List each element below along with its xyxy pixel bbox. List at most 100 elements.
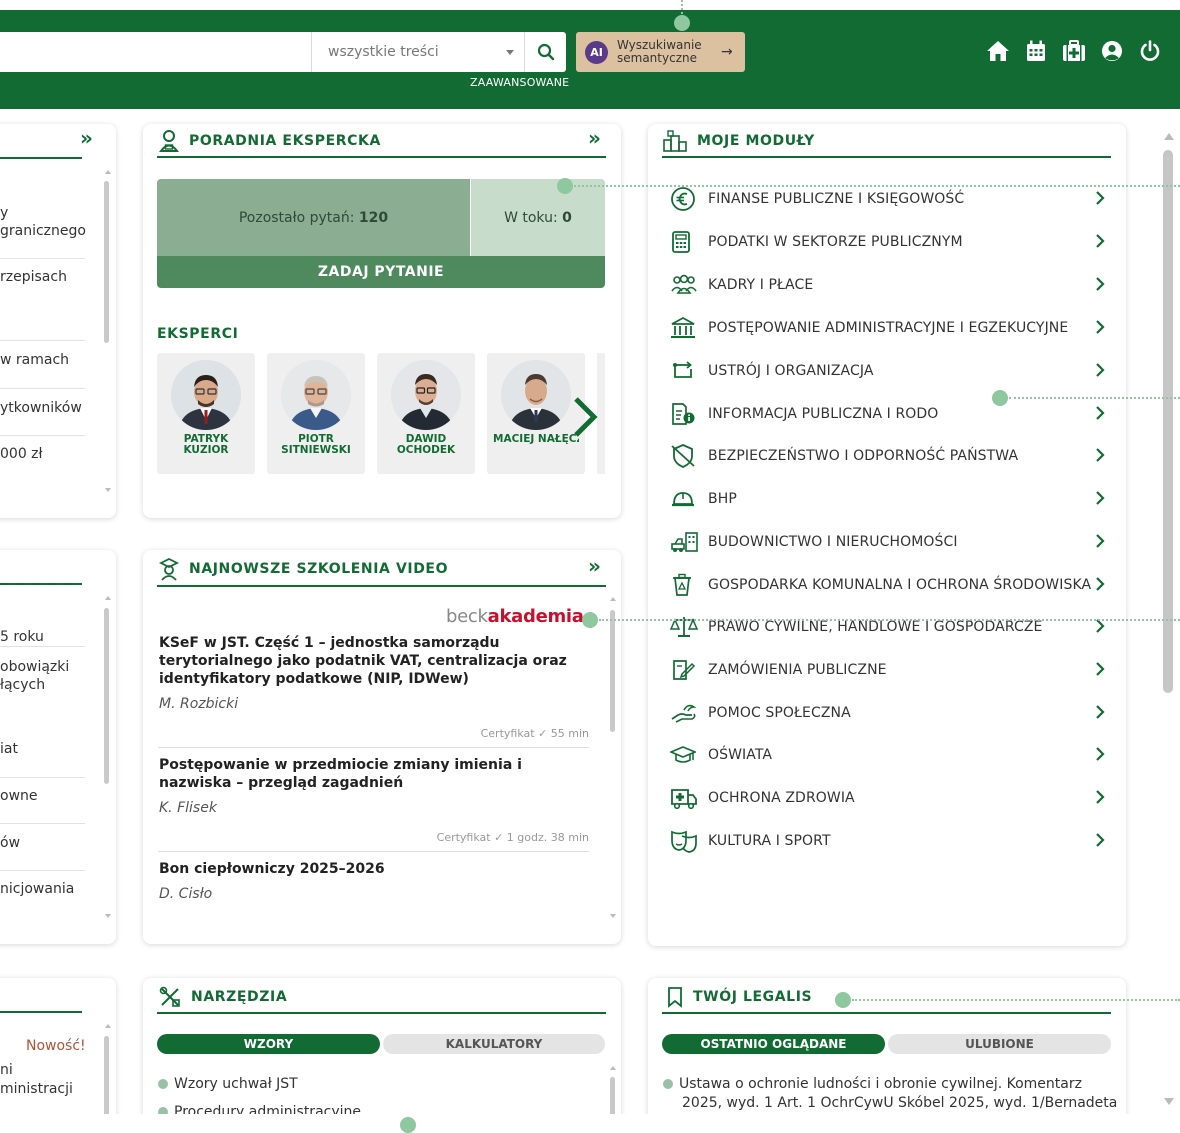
list-item[interactable]: ytkowników <box>0 400 82 416</box>
list-item[interactable]: ministracji <box>0 1081 73 1097</box>
course-item[interactable]: Postępowanie w przedmiocie zmiany imieni… <box>159 756 589 844</box>
ambulance-icon <box>671 789 697 810</box>
list-item[interactable]: owne <box>0 788 38 804</box>
expand-icon[interactable]: » <box>80 126 93 150</box>
chevron-right-icon <box>1096 790 1105 804</box>
ask-question-button[interactable]: ZADAJ PYTANIE <box>157 256 605 288</box>
scrollbar-thumb[interactable] <box>104 1036 109 1126</box>
list-item[interactable]: łących <box>0 677 45 693</box>
scroll-up-icon[interactable] <box>610 1066 616 1070</box>
module-item[interactable]: FINANSE PUBLICZNE I KSIĘGOWOŚĆ <box>668 184 1112 214</box>
expert-card[interactable]: PATRYK KUZIOR <box>157 353 255 474</box>
beck-akademia-logo: beckakademia <box>446 606 584 627</box>
scroll-down-icon[interactable] <box>105 488 111 492</box>
scroll-up-icon[interactable] <box>105 596 111 600</box>
list-item-continuation[interactable]: 2025, wyd. 1 Art. 1 OchrCywU Skóbel 2025… <box>682 1094 1117 1112</box>
list-item[interactable]: 5 roku <box>0 629 44 645</box>
people-icon <box>671 274 697 294</box>
chevron-right-icon <box>1096 534 1105 548</box>
module-item[interactable]: BUDOWNICTWO I NIERUCHOMOŚCI <box>668 527 1112 557</box>
course-title[interactable]: Bon ciepłowniczy 2025–2026 <box>159 860 589 878</box>
title-divider <box>662 1012 1111 1014</box>
page-scroll-up-icon[interactable] <box>1164 133 1174 140</box>
new-badge: Nowość! <box>26 1038 86 1054</box>
advanced-search-link[interactable]: ZAAWANSOWANE <box>470 76 569 89</box>
course-divider <box>158 747 589 748</box>
annotation-line <box>1009 397 1180 399</box>
module-item[interactable]: BHP <box>668 484 1112 514</box>
scope-select[interactable]: wszystkie treści <box>313 32 525 72</box>
list-item[interactable]: Wzory uchwał JST <box>158 1075 298 1093</box>
scrollbar-thumb[interactable] <box>104 181 109 343</box>
list-item[interactable]: ów <box>0 835 20 851</box>
course-item[interactable]: Bon ciepłowniczy 2025–2026 D. Cisło <box>159 860 589 902</box>
scroll-up-icon[interactable] <box>105 1024 111 1028</box>
module-item[interactable]: OŚWIATA <box>668 740 1112 770</box>
module-item[interactable]: INFORMACJA PUBLICZNA I RODO <box>668 399 1112 429</box>
module-item[interactable]: POMOC SPOŁECZNA <box>668 698 1112 728</box>
module-item[interactable]: PODATKI W SEKTORZE PUBLICZNYM <box>668 227 1112 257</box>
list-divider <box>0 646 85 647</box>
search-button[interactable] <box>526 32 566 72</box>
expert-card[interactable]: DAWID OCHODEK <box>377 353 475 474</box>
page-scroll-down-icon[interactable] <box>1164 1098 1174 1105</box>
expand-icon[interactable]: » <box>588 126 601 150</box>
list-item[interactable]: granicznego <box>0 223 86 239</box>
course-title[interactable]: Postępowanie w przedmiocie zmiany imieni… <box>159 756 589 792</box>
expert-photo <box>171 360 241 430</box>
search-input[interactable] <box>0 32 312 72</box>
title-divider <box>157 585 606 587</box>
tab-templates[interactable]: WZORY <box>157 1034 380 1054</box>
tab-calculators[interactable]: KALKULATORY <box>383 1034 605 1054</box>
module-item[interactable]: OCHRONA ZDROWIA <box>668 783 1112 813</box>
tab-recently-viewed[interactable]: OSTATNIO OGLĄDANE <box>662 1034 885 1054</box>
medical-kit-icon[interactable] <box>1061 38 1087 64</box>
module-item[interactable]: GOSPODARKA KOMUNALNA I OCHRONA ŚRODOWISK… <box>668 570 1112 600</box>
construction-icon <box>671 532 698 552</box>
list-item[interactable]: nicjowania <box>0 881 74 897</box>
module-item[interactable]: KULTURA I SPORT <box>668 826 1112 856</box>
module-item[interactable]: ZAMÓWIENIA PUBLICZNE <box>668 655 1112 685</box>
list-item[interactable]: Ustawa o ochronie ludności i obronie cyw… <box>663 1075 1082 1093</box>
module-item[interactable]: POSTĘPOWANIE ADMINISTRACYJNE I EGZEKUCYJ… <box>668 313 1112 343</box>
user-icon[interactable] <box>1099 38 1125 64</box>
tab-favourites[interactable]: ULUBIONE <box>888 1034 1111 1054</box>
scroll-down-icon[interactable] <box>610 914 616 918</box>
scrollbar-thumb[interactable] <box>104 608 109 784</box>
list-item[interactable]: y <box>0 205 8 221</box>
course-item[interactable]: KSeF w JST. Część 1 – jednostka samorząd… <box>159 634 589 740</box>
chevron-right-icon <box>1096 320 1105 334</box>
bullet-icon <box>158 1079 168 1089</box>
list-item[interactable]: ni <box>0 1062 13 1078</box>
page-scrollbar-thumb[interactable] <box>1163 150 1173 693</box>
search-bar: wszystkie treści <box>0 32 566 72</box>
list-item[interactable]: w ramach <box>0 352 69 368</box>
title-divider <box>662 156 1111 158</box>
helmet-icon <box>672 492 694 507</box>
calendar-icon[interactable] <box>1023 38 1049 64</box>
annotation-line <box>852 999 1180 1001</box>
list-item[interactable]: rzepisach <box>0 269 67 285</box>
tools-title: NARZĘDZIA <box>159 986 287 1008</box>
title-divider <box>0 583 82 585</box>
expert-card[interactable]: PIOTR SITNIEWSKI <box>267 353 365 474</box>
scrollbar-thumb[interactable] <box>610 610 615 732</box>
list-item[interactable]: iat <box>0 741 18 757</box>
home-icon[interactable] <box>985 38 1011 64</box>
course-title[interactable]: KSeF w JST. Część 1 – jednostka samorząd… <box>159 634 589 688</box>
power-icon[interactable] <box>1137 38 1163 64</box>
module-item[interactable]: BEZPIECZEŃSTWO I ODPORNOŚĆ PAŃSTWA <box>668 441 1112 471</box>
scroll-up-icon[interactable] <box>105 170 111 174</box>
next-expert-button[interactable] <box>566 393 602 441</box>
module-item[interactable]: KADRY I PŁACE <box>668 270 1112 300</box>
scroll-down-icon[interactable] <box>105 914 111 918</box>
annotation-marker <box>400 1117 416 1133</box>
module-item[interactable]: USTRÓJ I ORGANIZACJA <box>668 356 1112 386</box>
expand-icon[interactable]: » <box>588 554 601 578</box>
module-item[interactable]: PRAWO CYWILNE, HANDLOWE I GOSPODARCZE <box>668 612 1112 642</box>
course-meta: Certyfikat ✓ 1 godz. 38 min <box>436 831 589 844</box>
semantic-search-button[interactable]: AI Wyszukiwanie semantyczne → <box>576 32 745 72</box>
scroll-up-icon[interactable] <box>610 597 616 601</box>
list-item[interactable]: obowiązki <box>0 659 69 675</box>
list-item[interactable]: 000 zł <box>0 446 43 462</box>
